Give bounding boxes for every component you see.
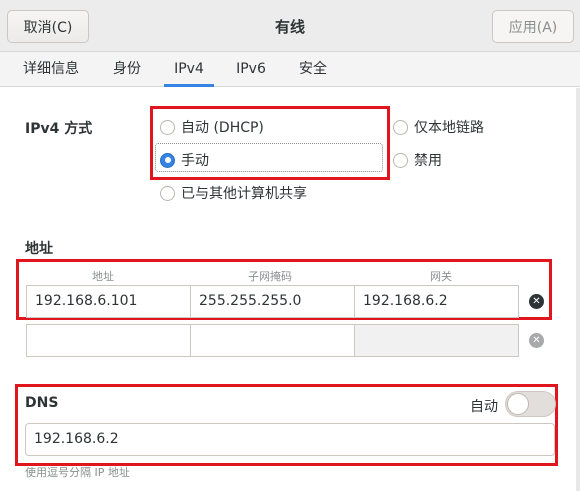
radio-shared[interactable]: 已与其他计算机共享 [160,183,307,203]
gateway-input[interactable]: 192.168.6.2 [354,285,519,318]
radio-label: 手动 [181,153,209,169]
address-input[interactable]: 192.168.6.101 [26,285,191,318]
radio-auto-dhcp[interactable]: 自动 (DHCP) [160,117,264,137]
gateway-input-empty[interactable] [354,324,519,357]
dns-auto-label: 自动 [470,399,498,415]
radio-link-local[interactable]: 仅本地链路 [393,117,484,137]
radio-manual[interactable]: 手动 [160,150,209,170]
address-input-empty[interactable] [26,324,191,357]
column-header-address: 地址 [92,270,114,283]
radio-checked-icon [160,152,175,168]
radio-label: 仅本地链路 [414,120,484,136]
tab-security[interactable]: 安全 [287,52,339,87]
radio-label: 已与其他计算机共享 [181,186,307,202]
netmask-input-empty[interactable] [190,324,355,357]
ipv4-method-label: IPv4 方式 [25,121,93,137]
tab-details[interactable]: 详细信息 [12,52,90,87]
apply-button[interactable]: 应用(A) [492,10,574,43]
dns-hint: 使用逗号分隔 IP 地址 [25,466,130,479]
dns-input[interactable]: 192.168.6.2 [25,423,555,456]
dns-label: DNS [25,395,59,411]
delete-row-icon-disabled: ✕ [529,333,544,348]
radio-unchecked-icon [393,119,408,135]
tab-identity[interactable]: 身份 [100,52,154,87]
radio-unchecked-icon [160,185,175,201]
scrollbar[interactable] [576,88,580,491]
netmask-input[interactable]: 255.255.255.0 [190,285,355,318]
tab-bar: 详细信息 身份 IPv4 IPv6 安全 [0,52,580,87]
radio-unchecked-icon [160,119,175,135]
column-header-netmask: 子网掩码 [248,270,292,283]
delete-row-icon[interactable]: ✕ [529,294,544,309]
tab-ipv4[interactable]: IPv4 [164,52,214,87]
radio-label: 自动 (DHCP) [181,120,264,136]
addresses-label: 地址 [25,241,53,257]
toggle-knob [507,393,529,415]
column-header-gateway: 网关 [430,270,452,283]
tab-ipv6[interactable]: IPv6 [226,52,276,87]
dns-auto-toggle[interactable] [505,391,556,417]
radio-unchecked-icon [393,152,408,168]
radio-label: 禁用 [414,153,442,169]
radio-disabled[interactable]: 禁用 [393,150,442,170]
header-bar: 取消(C) 有线 应用(A) [0,0,580,52]
